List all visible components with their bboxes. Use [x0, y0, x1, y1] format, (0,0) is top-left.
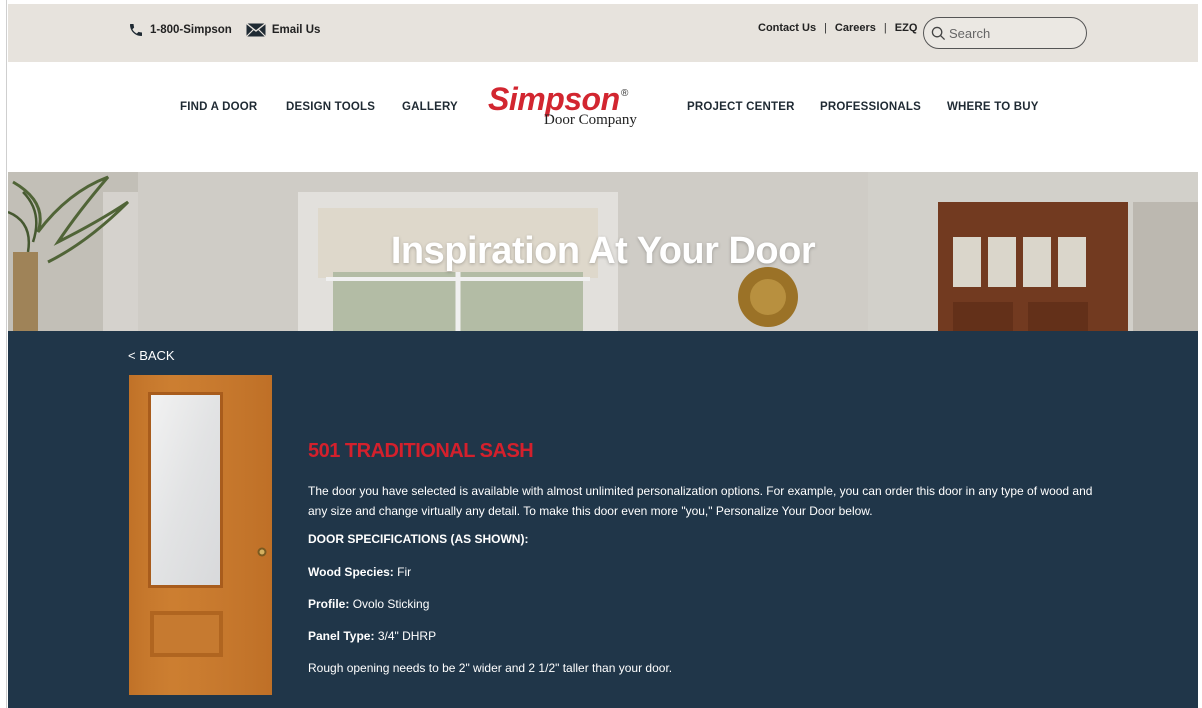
spec-label: Profile: [308, 597, 350, 611]
nav-professionals[interactable]: PROFESSIONALS [820, 101, 921, 113]
contact-shortcuts: 1-800-Simpson Email Us [128, 22, 334, 38]
search-icon[interactable] [931, 26, 946, 41]
spec-label: Wood Species: [308, 565, 394, 579]
nav-find-a-door[interactable]: FIND A DOOR [180, 101, 257, 113]
nav-where-to-buy[interactable]: WHERE TO BUY [947, 101, 1039, 113]
spec-value: Ovolo Sticking [352, 597, 430, 611]
email-label: Email Us [271, 24, 321, 36]
product-description: The door you have selected is available … [308, 484, 1093, 518]
product-detail-section: < BACK 501 TRADITIONAL SASH The door you… [8, 331, 1198, 708]
spec-value: Fir [397, 565, 412, 579]
nav-project-center[interactable]: PROJECT CENTER [687, 101, 795, 113]
phone-number: 1-800-Simpson [150, 24, 232, 36]
main-navigation: FIND A DOOR DESIGN TOOLS GALLERY Simpson… [8, 62, 1198, 172]
back-link[interactable]: < BACK [128, 348, 175, 363]
separator: | [824, 22, 827, 34]
spec-label: Panel Type: [308, 629, 375, 643]
search-box[interactable] [923, 17, 1087, 49]
nav-gallery[interactable]: GALLERY [402, 101, 458, 113]
logo-registered-mark: ® [621, 88, 629, 99]
email-link[interactable]: Email Us [245, 23, 321, 37]
spec-profile: Profile: Ovolo Sticking [308, 597, 429, 611]
utility-links: Contact Us | Careers | EZQ [758, 22, 917, 34]
phone-icon [130, 24, 142, 36]
careers-link[interactable]: Careers [835, 22, 876, 34]
spec-wood-species: Wood Species: Fir [308, 565, 411, 579]
email-icon [245, 23, 266, 37]
contact-us-link[interactable]: Contact Us [758, 22, 816, 34]
ezq-link[interactable]: EZQ [895, 22, 918, 34]
window-edge-right [1198, 0, 1202, 708]
specs-heading: DOOR SPECIFICATIONS (AS SHOWN): [308, 532, 529, 546]
utility-bar: 1-800-Simpson Email Us Contact Us | Care… [8, 4, 1198, 62]
spec-panel-type: Panel Type: 3/4" DHRP [308, 629, 436, 643]
product-title: 501 TRADITIONAL SASH [308, 440, 534, 462]
hero-banner: Inspiration At Your Door [8, 172, 1198, 331]
nav-design-tools[interactable]: DESIGN TOOLS [286, 101, 375, 113]
search-input[interactable] [949, 25, 1069, 41]
simpson-logo[interactable]: Simpson ® Door Company [486, 80, 661, 134]
window-edge-left [0, 0, 7, 708]
rough-opening-note: Rough opening needs to be 2" wider and 2… [308, 661, 673, 675]
separator: | [883, 22, 887, 34]
spec-value: 3/4" DHRP [377, 629, 437, 643]
door-product-image [129, 375, 272, 695]
phone-link[interactable]: 1-800-Simpson [128, 22, 232, 38]
hero-title: Inspiration At Your Door [390, 230, 816, 272]
logo-subtitle: Door Company [544, 112, 637, 128]
